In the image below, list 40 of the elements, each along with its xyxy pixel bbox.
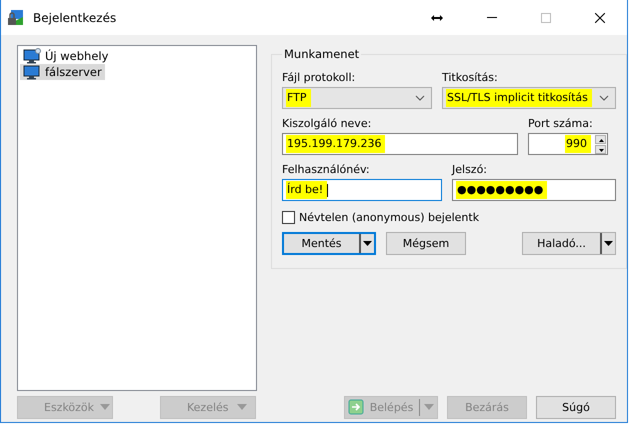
lock-computer-icon <box>7 8 25 26</box>
button[interactable]: Mentés <box>282 232 376 255</box>
site-item[interactable]: Új webhely <box>20 48 112 64</box>
dropdown-arrow-icon <box>604 241 613 246</box>
dropdown-arrow-icon <box>363 241 372 246</box>
protocol-dropdown[interactable]: FTP <box>282 87 432 109</box>
dropdown-arrow-icon <box>424 404 434 410</box>
dropdown-arrow-icon <box>237 404 247 410</box>
dropdown-value: SSL/TLS implicit titkosítás <box>446 89 592 107</box>
encryption-dropdown[interactable]: SSL/TLS implicit titkosítás <box>442 87 616 109</box>
checkbox-label: Névtelen (anonymous) bejelentk <box>299 211 480 224</box>
field-label: Port száma: <box>528 117 593 130</box>
group-title: Munkamenet <box>283 47 360 61</box>
computer-icon <box>23 64 41 80</box>
field-label: Jelszó: <box>452 163 488 176</box>
site-item[interactable]: fálszerver <box>20 64 105 80</box>
field-label: Fájl protokoll: <box>282 71 356 84</box>
username-field[interactable]: Írd be! <box>282 179 442 201</box>
button[interactable]: Mégsem <box>386 232 466 255</box>
field-value: 195.199.179.236 <box>286 135 386 153</box>
checkbox[interactable] <box>282 211 295 224</box>
computer-sparkle-icon <box>23 48 41 64</box>
window-title: Bejelentkezés <box>33 10 116 24</box>
close-icon[interactable] <box>595 12 605 22</box>
password-field[interactable]: ●●●●●●●●● <box>452 179 616 201</box>
dropdown-value: FTP <box>286 89 310 107</box>
dropdown-arrow-icon <box>100 404 110 410</box>
field-label: Felhasználónév: <box>282 163 370 176</box>
field-label: Titkosítás: <box>442 71 498 84</box>
host-field[interactable]: 195.199.179.236 <box>282 133 518 155</box>
spin-buttons[interactable] <box>595 135 606 153</box>
button[interactable]: Haladó... <box>522 232 616 255</box>
field-label: Kiszolgáló neve: <box>282 117 372 130</box>
enter-icon <box>348 399 364 415</box>
button[interactable]: Súgó <box>536 396 616 418</box>
resize-cursor-icon <box>431 14 443 22</box>
field-value: Írd be! <box>286 181 328 199</box>
port-field[interactable]: 990 <box>528 133 608 155</box>
field-value: ●●●●●●●●● <box>456 181 548 199</box>
field-value: 990 <box>565 135 591 153</box>
